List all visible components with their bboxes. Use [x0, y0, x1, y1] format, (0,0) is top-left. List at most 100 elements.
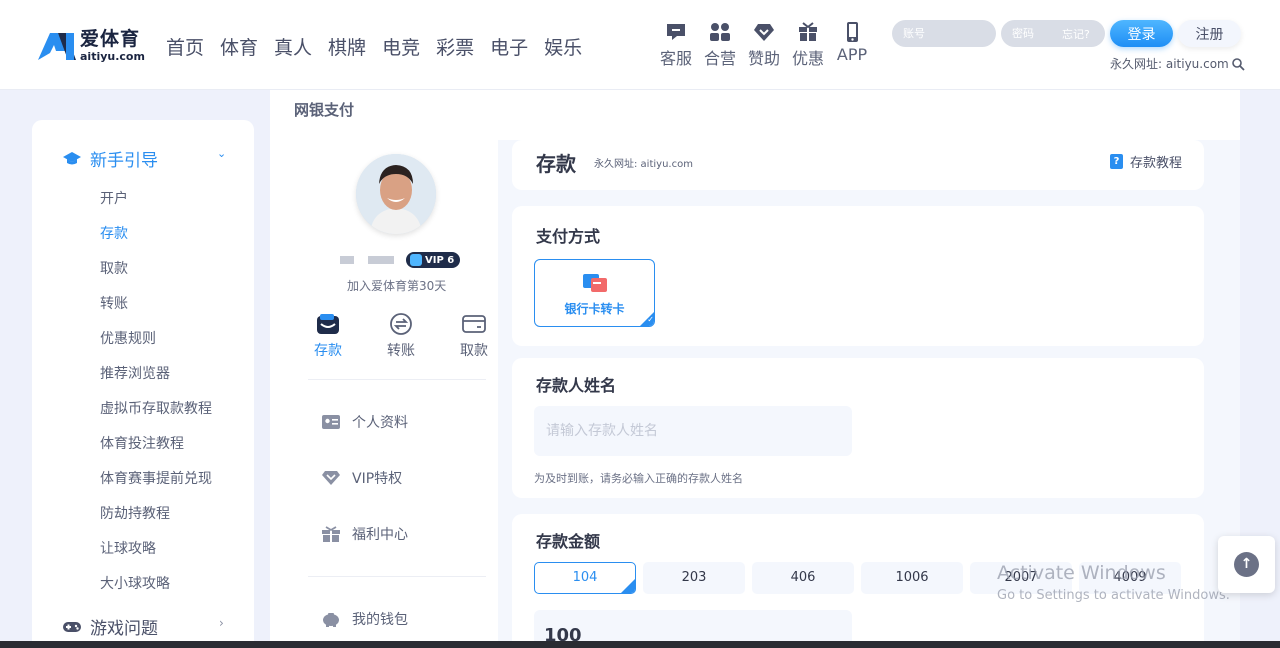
payment-method-card: 支付方式 银行卡转卡	[512, 206, 1204, 346]
menu-wallet[interactable]: 我的钱包	[322, 609, 408, 629]
logo-mark-icon	[38, 33, 76, 60]
sidebar-item-browser[interactable]: 推荐浏览器	[100, 363, 170, 383]
nav-home[interactable]: 首页	[166, 33, 204, 60]
payment-option-label: 银行卡转卡	[564, 302, 625, 316]
sidebar-item-cashout[interactable]: 体育赛事提前兑现	[100, 468, 212, 488]
phone-icon	[847, 22, 858, 42]
menu-welfare-label: 福利中心	[352, 527, 408, 543]
sidebar-item-crypto[interactable]: 虚拟币存取款教程	[100, 398, 212, 418]
amount-option[interactable]: 406	[752, 562, 854, 594]
quick-sponsor-label: 赞助	[747, 49, 780, 68]
card-icon	[462, 315, 486, 333]
menu-vip-label: VIP特权	[352, 471, 403, 487]
selected-check-icon	[640, 312, 654, 326]
login-button[interactable]: 登录	[1110, 20, 1173, 47]
chevron-right-icon: ›	[219, 616, 224, 630]
nav-live[interactable]: 真人	[274, 33, 312, 60]
quick-partner[interactable]: 合营	[698, 22, 742, 69]
wallet-actions: 存款 转账 取款	[306, 312, 496, 360]
sidebar-item-withdraw[interactable]: 取款	[100, 258, 128, 278]
vip-level: VIP 6	[425, 254, 455, 266]
chevron-down-icon: ⌄	[217, 147, 227, 160]
page-title: 网银支付	[294, 101, 355, 119]
sidebar-item-promo-rules[interactable]: 优惠规则	[100, 328, 156, 348]
depositor-name-title: 存款人姓名	[536, 376, 617, 395]
chat-icon	[667, 24, 685, 40]
gift-icon	[799, 22, 817, 41]
register-button[interactable]: 注册	[1178, 20, 1241, 47]
nav-chess[interactable]: 棋牌	[328, 33, 366, 60]
sidebar-item-deposit[interactable]: 存款	[100, 223, 128, 243]
forgot-password-link[interactable]: 忘记?	[1062, 26, 1090, 42]
arrow-up-icon: ↑	[1234, 552, 1259, 577]
question-icon: ?	[1109, 154, 1123, 169]
bank-card-icon	[583, 274, 607, 292]
sidebar-item-anti-hijack[interactable]: 防劫持教程	[100, 503, 170, 523]
quick-service[interactable]: 客服	[654, 22, 698, 69]
join-days: 加入爱体育第30天	[347, 279, 447, 293]
depositor-name-card: 存款人姓名 为及时到账，请务必输入正确的存款人姓名	[512, 358, 1204, 498]
graduation-cap-icon	[63, 151, 81, 164]
nav-electronic[interactable]: 电子	[490, 33, 528, 60]
menu-welfare[interactable]: 福利中心	[322, 524, 408, 544]
divider	[308, 379, 486, 380]
taskbar	[0, 641, 1280, 648]
sidebar-item-over-under[interactable]: 大小球攻略	[100, 573, 170, 593]
amount-option[interactable]: 1006	[861, 562, 963, 594]
vip-badge: VIP 6	[406, 252, 461, 268]
depositor-name-input[interactable]	[534, 406, 852, 456]
deposit-heading: 存款	[536, 152, 576, 176]
permanent-url-text: 永久网址: aitiyu.com	[1110, 57, 1229, 71]
sidebar-item-open-account[interactable]: 开户	[100, 188, 128, 208]
id-card-icon	[322, 415, 340, 429]
gamepad-icon	[63, 621, 81, 632]
quick-app[interactable]: APP	[830, 22, 874, 69]
sidebar-group-newbie-label: 新手引导	[90, 151, 158, 171]
action-withdraw[interactable]: 取款	[452, 312, 496, 360]
nav-esports[interactable]: 电竞	[382, 33, 420, 60]
vip-shield-icon	[410, 254, 422, 266]
quick-sponsor[interactable]: 赞助	[742, 22, 786, 69]
sidebar-item-transfer[interactable]: 转账	[100, 293, 128, 313]
amount-option[interactable]: 203	[643, 562, 745, 594]
sidebar-item-sports-bet[interactable]: 体育投注教程	[100, 433, 184, 453]
sidebar-item-handicap[interactable]: 让球攻略	[100, 538, 156, 558]
quick-promo[interactable]: 优惠	[786, 22, 830, 69]
site-logo[interactable]: 爱体育 aitiyu.com	[36, 30, 145, 62]
avatar[interactable]	[356, 154, 436, 234]
menu-vip[interactable]: VIP特权	[322, 468, 402, 488]
top-header: 爱体育 aitiyu.com 首页 体育 真人 棋牌 电竞 彩票 电子 娱乐 客…	[0, 0, 1280, 90]
masked-username	[340, 256, 354, 264]
account-input[interactable]	[892, 20, 996, 47]
sidebar-group-newbie[interactable]: 新手引导 ⌄	[62, 146, 226, 171]
diamond-icon	[322, 471, 340, 485]
partner-icon	[710, 23, 730, 41]
amount-option[interactable]: 104	[534, 562, 636, 594]
action-transfer[interactable]: 转账	[379, 312, 423, 360]
logo-cn-text: 爱体育	[80, 28, 141, 50]
quick-promo-label: 优惠	[791, 49, 824, 68]
watermark-line2: Go to Settings to activate Windows.	[997, 588, 1230, 603]
back-to-top-button[interactable]: ↑	[1218, 536, 1275, 593]
quick-links: 客服 合营 赞助 优惠 APP	[654, 22, 874, 69]
action-transfer-label: 转账	[387, 343, 415, 359]
nav-entertainment[interactable]: 娱乐	[544, 33, 582, 60]
search-icon[interactable]	[1231, 57, 1245, 71]
menu-profile[interactable]: 个人资料	[322, 412, 408, 432]
watermark-line1: Activate Windows	[997, 562, 1166, 584]
deposit-tutorial-link[interactable]: ? 存款教程	[1109, 152, 1182, 171]
menu-wallet-label: 我的钱包	[352, 612, 408, 628]
action-deposit[interactable]: 存款	[306, 312, 350, 360]
main-nav: 首页 体育 真人 棋牌 电竞 彩票 电子 娱乐	[166, 33, 598, 60]
depositor-name-hint: 为及时到账，请务必输入正确的存款人姓名	[534, 472, 743, 485]
quick-service-label: 客服	[659, 49, 692, 68]
amount-option-label: 104	[572, 570, 598, 585]
logo-en-text: aitiyu.com	[80, 50, 145, 63]
deposit-permanent-url: 永久网址: aitiyu.com	[594, 159, 693, 170]
quick-partner-label: 合营	[703, 49, 736, 68]
masked-userid	[368, 256, 394, 264]
payment-option-bank-transfer[interactable]: 银行卡转卡	[534, 259, 655, 327]
nav-lottery[interactable]: 彩票	[436, 33, 474, 60]
sidebar-group-game[interactable]: 游戏问题 ›	[62, 614, 224, 639]
nav-sports[interactable]: 体育	[220, 33, 258, 60]
